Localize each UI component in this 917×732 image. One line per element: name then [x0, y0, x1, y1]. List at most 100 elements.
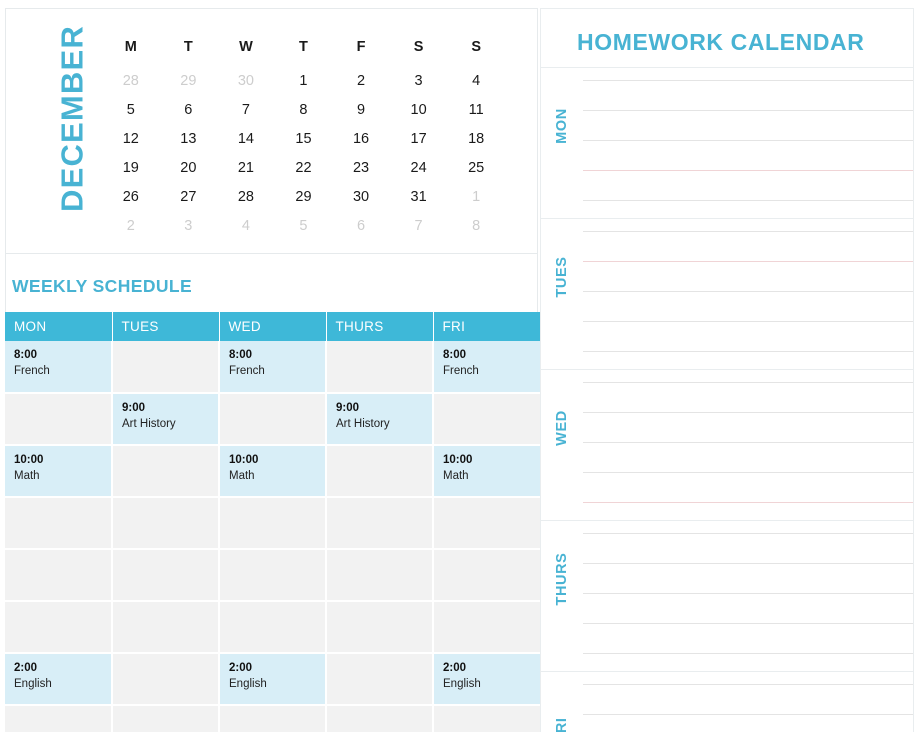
schedule-cell[interactable]	[433, 549, 540, 602]
calendar-day-cell[interactable]: 2	[332, 66, 390, 95]
calendar-day-cell[interactable]: 28	[102, 66, 160, 95]
homework-note-line[interactable]	[583, 533, 913, 563]
homework-note-line[interactable]	[583, 110, 913, 140]
calendar-day-cell[interactable]: 10	[390, 95, 448, 124]
schedule-cell[interactable]	[112, 653, 220, 706]
schedule-cell[interactable]	[433, 705, 540, 732]
schedule-cell[interactable]: 9:00 Art History	[112, 393, 220, 446]
schedule-cell[interactable]	[5, 549, 113, 602]
calendar-day-cell[interactable]: 15	[275, 124, 333, 153]
calendar-day-cell[interactable]: 30	[217, 66, 275, 95]
schedule-cell[interactable]	[433, 393, 540, 446]
homework-note-line[interactable]	[583, 623, 913, 653]
homework-note-lines[interactable]	[583, 521, 913, 671]
homework-note-line[interactable]	[583, 291, 913, 321]
schedule-cell[interactable]	[5, 705, 113, 732]
calendar-day-cell[interactable]: 7	[390, 211, 448, 240]
calendar-day-cell[interactable]: 13	[160, 124, 218, 153]
schedule-cell[interactable]: 2:00 English	[5, 653, 113, 706]
schedule-cell[interactable]	[219, 601, 327, 654]
calendar-day-cell[interactable]: 4	[217, 211, 275, 240]
schedule-cell[interactable]	[5, 393, 113, 446]
schedule-cell[interactable]	[326, 445, 434, 498]
schedule-cell[interactable]: 10:00 Math	[433, 445, 540, 498]
schedule-cell[interactable]	[219, 549, 327, 602]
calendar-day-cell[interactable]: 31	[390, 182, 448, 211]
schedule-cell[interactable]	[219, 393, 327, 446]
schedule-cell[interactable]: 2:00 English	[219, 653, 327, 706]
homework-note-line[interactable]	[583, 382, 913, 412]
calendar-day-cell[interactable]: 24	[390, 153, 448, 182]
schedule-cell[interactable]	[326, 497, 434, 550]
schedule-cell[interactable]: 8:00 French	[433, 341, 540, 394]
homework-note-lines[interactable]	[583, 219, 913, 369]
calendar-day-cell[interactable]: 18	[447, 124, 505, 153]
calendar-day-cell[interactable]: 25	[447, 153, 505, 182]
calendar-day-cell[interactable]: 1	[447, 182, 505, 211]
schedule-cell[interactable]: 9:00 Art History	[326, 393, 434, 446]
homework-note-line[interactable]	[583, 80, 913, 110]
homework-note-line[interactable]	[583, 231, 913, 261]
schedule-cell[interactable]	[219, 497, 327, 550]
calendar-day-cell[interactable]: 6	[332, 211, 390, 240]
calendar-day-cell[interactable]: 6	[160, 95, 218, 124]
schedule-cell[interactable]	[112, 549, 220, 602]
homework-note-line[interactable]	[583, 200, 913, 218]
calendar-day-cell[interactable]: 17	[390, 124, 448, 153]
calendar-day-cell[interactable]: 11	[447, 95, 505, 124]
homework-note-lines[interactable]	[583, 672, 913, 732]
schedule-cell[interactable]	[112, 705, 220, 732]
calendar-day-cell[interactable]: 30	[332, 182, 390, 211]
schedule-cell[interactable]: 10:00 Math	[219, 445, 327, 498]
calendar-day-cell[interactable]: 5	[102, 95, 160, 124]
homework-note-line[interactable]	[583, 261, 913, 291]
calendar-day-cell[interactable]: 14	[217, 124, 275, 153]
calendar-day-cell[interactable]: 8	[275, 95, 333, 124]
schedule-cell[interactable]: 8:00 French	[219, 341, 327, 394]
calendar-day-cell[interactable]: 28	[217, 182, 275, 211]
homework-note-line[interactable]	[583, 170, 913, 200]
homework-note-line[interactable]	[583, 351, 913, 369]
calendar-day-cell[interactable]: 23	[332, 153, 390, 182]
calendar-day-cell[interactable]: 7	[217, 95, 275, 124]
homework-note-line[interactable]	[583, 140, 913, 170]
homework-note-line[interactable]	[583, 714, 913, 732]
schedule-cell[interactable]: 2:00 English	[433, 653, 540, 706]
calendar-day-cell[interactable]: 29	[275, 182, 333, 211]
calendar-day-cell[interactable]: 3	[160, 211, 218, 240]
calendar-day-cell[interactable]: 5	[275, 211, 333, 240]
calendar-day-cell[interactable]: 21	[217, 153, 275, 182]
calendar-day-cell[interactable]: 16	[332, 124, 390, 153]
homework-note-lines[interactable]	[583, 370, 913, 520]
calendar-day-cell[interactable]: 9	[332, 95, 390, 124]
schedule-cell[interactable]	[5, 497, 113, 550]
schedule-cell[interactable]	[112, 601, 220, 654]
calendar-day-cell[interactable]: 4	[447, 66, 505, 95]
calendar-day-cell[interactable]: 29	[160, 66, 218, 95]
homework-note-line[interactable]	[583, 653, 913, 671]
homework-note-lines[interactable]	[583, 68, 913, 218]
calendar-day-cell[interactable]: 19	[102, 153, 160, 182]
schedule-cell[interactable]: 8:00 French	[5, 341, 113, 394]
calendar-day-cell[interactable]: 2	[102, 211, 160, 240]
homework-note-line[interactable]	[583, 502, 913, 520]
schedule-cell[interactable]	[326, 549, 434, 602]
schedule-cell[interactable]	[112, 497, 220, 550]
calendar-day-cell[interactable]: 22	[275, 153, 333, 182]
schedule-cell[interactable]	[326, 705, 434, 732]
schedule-cell[interactable]	[433, 497, 540, 550]
calendar-day-cell[interactable]: 12	[102, 124, 160, 153]
schedule-cell[interactable]	[326, 653, 434, 706]
schedule-cell[interactable]: 10:00 Math	[5, 445, 113, 498]
homework-note-line[interactable]	[583, 563, 913, 593]
schedule-cell[interactable]	[112, 445, 220, 498]
schedule-cell[interactable]	[112, 341, 220, 394]
schedule-cell[interactable]	[326, 341, 434, 394]
homework-note-line[interactable]	[583, 321, 913, 351]
calendar-day-cell[interactable]: 3	[390, 66, 448, 95]
schedule-cell[interactable]	[219, 705, 327, 732]
calendar-day-cell[interactable]: 20	[160, 153, 218, 182]
schedule-cell[interactable]	[5, 601, 113, 654]
homework-note-line[interactable]	[583, 412, 913, 442]
calendar-day-cell[interactable]: 27	[160, 182, 218, 211]
